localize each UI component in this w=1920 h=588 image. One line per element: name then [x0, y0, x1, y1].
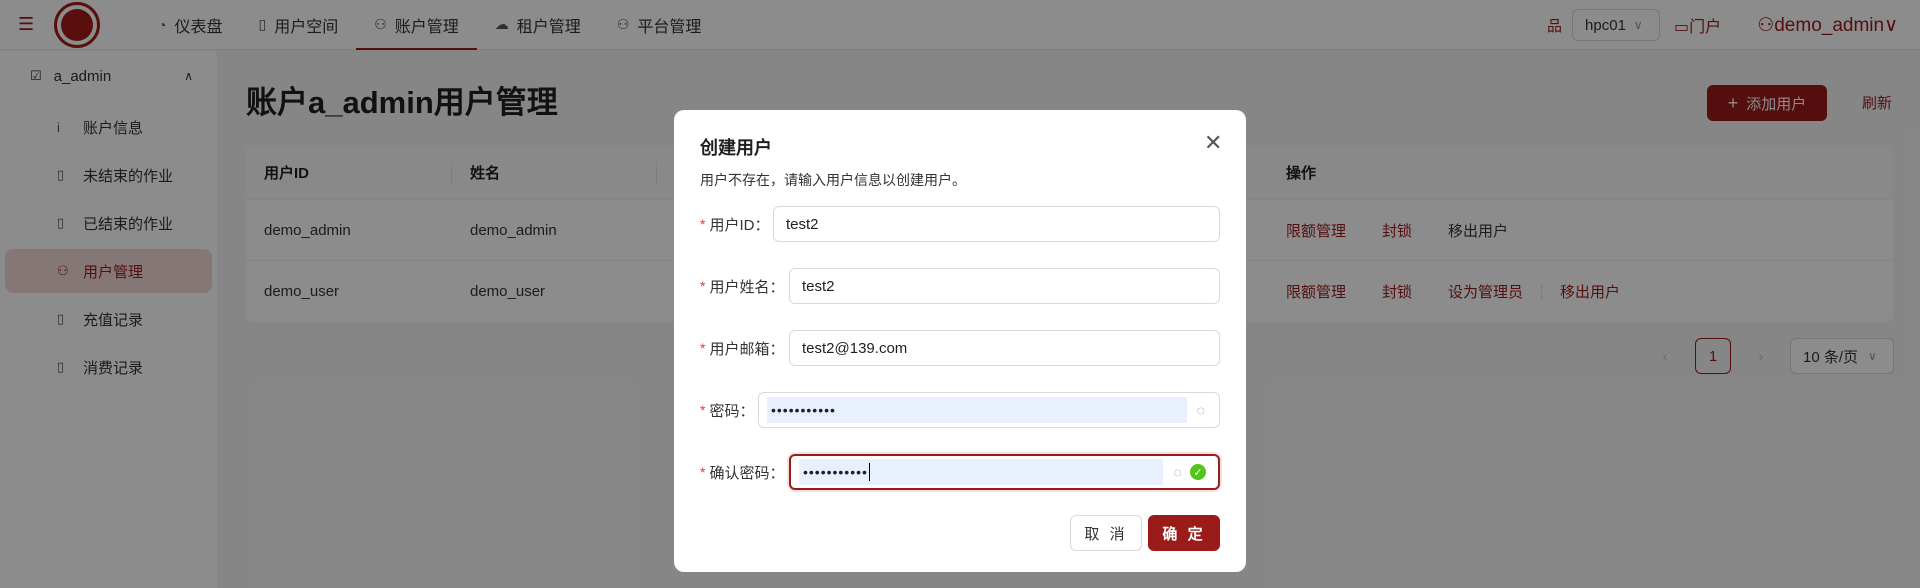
- required-mark: *: [700, 216, 706, 232]
- check-circle-icon: ✓: [1190, 464, 1206, 480]
- user-id-input[interactable]: test2: [773, 206, 1220, 242]
- field-label: 用户姓名：: [709, 278, 785, 296]
- create-user-modal: 创建用户 ✕ 用户不存在，请输入用户信息以创建用户。 * 用户ID： test2…: [674, 110, 1246, 572]
- required-mark: *: [700, 464, 706, 480]
- user-name-input[interactable]: test2: [789, 268, 1220, 304]
- confirm-password-field: •••••••••••: [799, 459, 1163, 485]
- confirm-button[interactable]: 确 定: [1148, 515, 1220, 551]
- input-value: test2@139.com: [802, 339, 908, 357]
- cancel-button[interactable]: 取 消: [1070, 515, 1142, 551]
- eye-invisible-icon[interactable]: ◌: [1174, 464, 1182, 480]
- password-value: •••••••••••: [767, 397, 1187, 423]
- eye-invisible-icon[interactable]: ◌: [1197, 402, 1205, 418]
- close-icon[interactable]: ✕: [1204, 130, 1222, 156]
- form-row-user-id: * 用户ID： test2: [700, 206, 1220, 242]
- field-label: 密码：: [709, 402, 755, 420]
- input-value: test2: [786, 215, 819, 233]
- required-mark: *: [700, 340, 706, 356]
- form-row-user-name: * 用户姓名： test2: [700, 268, 1220, 304]
- field-label: 确认密码：: [709, 464, 785, 482]
- email-input[interactable]: test2@139.com: [789, 330, 1220, 366]
- required-mark: *: [700, 278, 706, 294]
- text-caret: [868, 463, 870, 481]
- password-input[interactable]: ••••••••••• ◌: [758, 392, 1220, 428]
- form-row-password: * 密码： ••••••••••• ◌: [700, 392, 1220, 428]
- field-label: 用户邮箱：: [709, 340, 785, 358]
- confirm-password-input[interactable]: ••••••••••• ◌ ✓: [789, 454, 1220, 490]
- input-value: test2: [802, 277, 835, 295]
- modal-description: 用户不存在，请输入用户信息以创建用户。: [700, 172, 966, 188]
- form-row-email: * 用户邮箱： test2@139.com: [700, 330, 1220, 366]
- required-mark: *: [700, 402, 706, 418]
- form-row-confirm-password: * 确认密码： ••••••••••• ◌ ✓: [700, 454, 1220, 490]
- modal-title: 创建用户: [700, 138, 772, 158]
- field-label: 用户ID：: [709, 216, 770, 234]
- confirm-password-value: •••••••••••: [803, 464, 868, 480]
